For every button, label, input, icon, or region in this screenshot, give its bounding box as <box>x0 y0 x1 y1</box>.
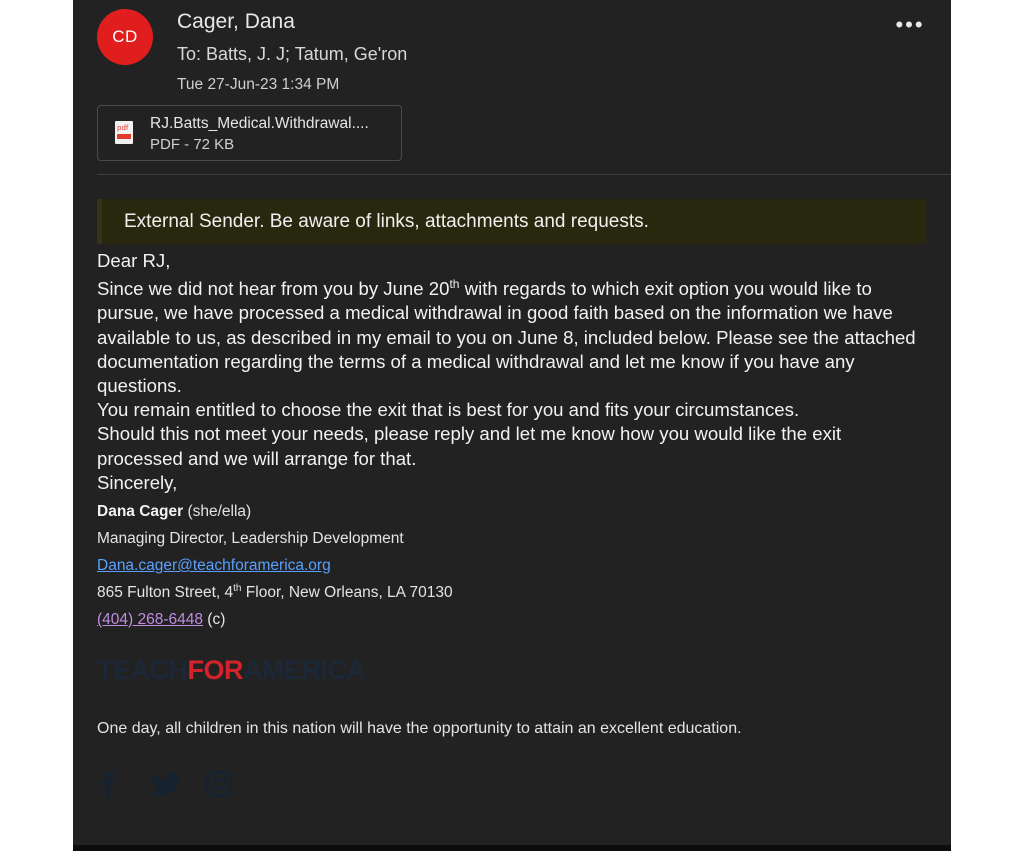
signature-email-link[interactable]: Dana.cager@teachforamerica.org <box>97 557 331 574</box>
header-divider <box>97 174 951 175</box>
sent-date: Tue 27-Jun-23 1:34 PM <box>177 76 340 93</box>
attachment-card[interactable]: pdf RJ.Batts_Medical.Withdrawal.... PDF … <box>97 105 402 161</box>
to-label: To: <box>177 44 202 64</box>
body-paragraph: Since we did not hear from you by June 2… <box>97 277 916 397</box>
closing: Sincerely, <box>97 471 178 493</box>
greeting: Dear RJ, <box>97 250 171 271</box>
instagram-icon[interactable] <box>203 768 235 800</box>
body-paragraph: Should this not meet your needs, please … <box>97 423 842 469</box>
teach-for-america-logo[interactable]: TEACHFORAMERICA <box>97 655 366 686</box>
sender-avatar[interactable]: CD <box>97 9 153 65</box>
recipient[interactable]: Batts, J. J; <box>206 44 290 64</box>
more-icon: ••• <box>895 12 925 37</box>
sender-name[interactable]: Cager, Dana <box>177 10 295 34</box>
signature-email-line: Dana.cager@teachforamerica.org <box>97 557 331 575</box>
facebook-icon[interactable] <box>97 768 119 800</box>
signature-title: Managing Director, Leadership Developmen… <box>97 530 404 547</box>
signature-phone-line: (404) 268-6448 (c) <box>97 611 225 629</box>
body-paragraph: You remain entitled to choose the exit t… <box>97 399 800 421</box>
attachment-name: RJ.Batts_Medical.Withdrawal.... <box>150 115 369 132</box>
more-options-button[interactable]: ••• <box>893 12 927 38</box>
pdf-icon-text: pdf <box>117 124 129 132</box>
message-body: Dear RJ, Since we did not hear from you … <box>97 249 927 495</box>
signature-pronouns: (she/ella) <box>183 503 252 520</box>
signature-phone-link[interactable]: (404) 268-6448 <box>97 611 203 628</box>
pdf-file-icon: pdf <box>115 121 133 144</box>
attachment-meta: PDF - 72 KB <box>150 136 235 153</box>
signature-name: Dana Cager <box>97 503 184 520</box>
bottom-edge <box>73 845 951 851</box>
signature-address: 865 Fulton Street, 4th Floor, New Orlean… <box>97 582 453 601</box>
avatar-initials: CD <box>112 27 138 46</box>
email-reading-pane: CD Cager, Dana To: Batts, J. J; Tatum, G… <box>73 0 951 851</box>
banner-text: External Sender. Be aware of links, atta… <box>124 211 649 232</box>
twitter-icon[interactable] <box>149 768 183 800</box>
recipients-line: To: Batts, J. J; Tatum, Ge'ron <box>177 44 407 65</box>
mission-statement: One day, all children in this nation wil… <box>97 720 742 737</box>
recipient[interactable]: Tatum, Ge'ron <box>295 44 407 64</box>
phone-suffix: (c) <box>203 611 226 628</box>
signature-name-line: Dana Cager (she/ella) <box>97 503 251 521</box>
external-sender-banner: External Sender. Be aware of links, atta… <box>97 199 926 244</box>
